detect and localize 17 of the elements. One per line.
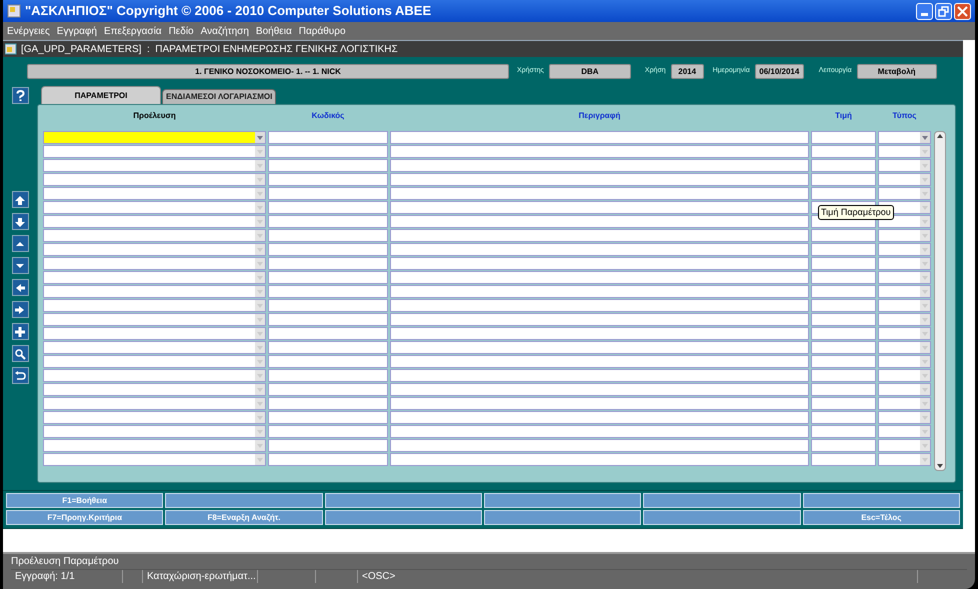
window-title: "ΑΣΚΛΗΠΙΟΣ" Copyright © 2006 - 2010 Computer Solutions ABEE bbox=[25, 2, 432, 20]
organization-field: 1. ΓΕΝΙΚΟ ΝΟΣΟΚΟΜΕΙΟ- 1. -- 1. NICK bbox=[27, 64, 509, 78]
form-title: [GA_UPD_PARAMETERS] : ΠΑΡΑΜΕΤΡΟΙ ΕΝΗΜΕΡΩΣΗΣ ΓΕΝΙΚΗΣ ΛΟΓΙΣΤΙΚΗΣ bbox=[21, 42, 398, 56]
column-header: Κωδικός bbox=[312, 110, 344, 122]
column-header: Τιμή bbox=[835, 110, 852, 122]
status-text: Καταχώριση-ερωτήματ... bbox=[147, 570, 256, 584]
info-field: DBA bbox=[548, 64, 631, 78]
status-text: <OSC> bbox=[362, 570, 396, 584]
column-header: Προέλευση bbox=[133, 110, 176, 122]
column-header: Περιγραφή bbox=[578, 110, 620, 122]
status-hint: Προέλευση Παραμέτρου bbox=[11, 555, 120, 569]
tooltip: Τιμή Παραμέτρου bbox=[818, 205, 894, 220]
info-field: Μεταβολή bbox=[856, 64, 937, 78]
status-text: Εγγραφή: 1/1 bbox=[15, 570, 75, 584]
column-header: Τύπος bbox=[892, 110, 916, 122]
info-field: 06/10/2014 bbox=[754, 64, 804, 78]
info-field: 2014 bbox=[670, 64, 704, 78]
